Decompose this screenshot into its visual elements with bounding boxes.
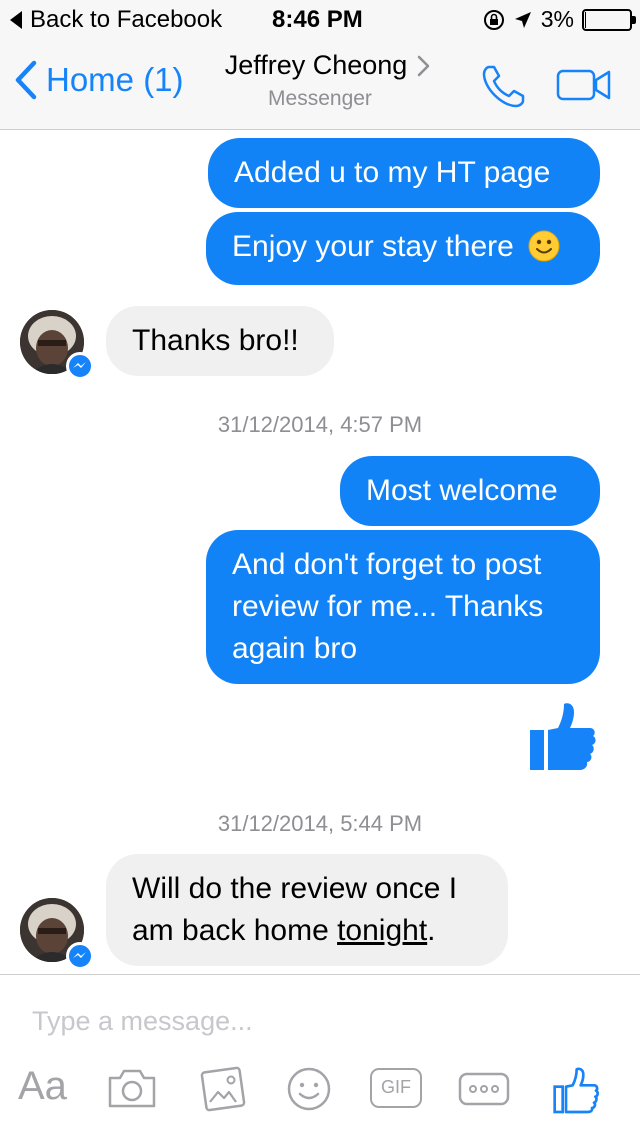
- navigation-bar: Home (1) Jeffrey Cheong Messenger: [0, 40, 640, 130]
- thumbs-up-icon: [530, 703, 596, 770]
- outgoing-message[interactable]: And don't forget to post review for me..…: [206, 530, 600, 684]
- photo-icon: [200, 1066, 246, 1112]
- chevron-right-icon: [418, 55, 430, 76]
- status-indicators: 3%: [483, 6, 636, 33]
- back-to-app-link[interactable]: Back to Facebook: [10, 6, 222, 34]
- camera-icon: [108, 1069, 156, 1108]
- status-time: 8:46 PM: [272, 6, 363, 33]
- message-input[interactable]: [32, 996, 592, 1046]
- more-dots-icon: [458, 1072, 510, 1106]
- thumbs-up-sticker[interactable]: [528, 700, 598, 777]
- incoming-message[interactable]: Thanks bro!!: [106, 306, 334, 376]
- sticker-button[interactable]: [286, 1066, 332, 1117]
- message-text: Enjoy your stay there: [232, 230, 514, 263]
- location-arrow-icon: [514, 11, 531, 28]
- camera-button[interactable]: [106, 1066, 158, 1115]
- gif-button[interactable]: GIF: [370, 1068, 422, 1108]
- message-line: again bro: [232, 632, 358, 665]
- messenger-badge-icon: [66, 942, 94, 970]
- photo-gallery-button[interactable]: [198, 1066, 246, 1119]
- gif-icon: GIF: [370, 1068, 422, 1108]
- message-line: And don't forget to post: [232, 548, 542, 581]
- status-bar: Back to Facebook 8:46 PM 3%: [0, 0, 640, 40]
- underlined-link[interactable]: tonight: [337, 914, 427, 947]
- smiley-emoji-icon: [528, 230, 560, 262]
- outgoing-message[interactable]: Enjoy your stay there: [206, 212, 600, 285]
- message-text: Thanks bro!!: [132, 324, 299, 357]
- conversation-title[interactable]: Jeffrey Cheong Messenger: [0, 50, 640, 111]
- back-to-app-label: Back to Facebook: [30, 6, 223, 33]
- contact-name: Jeffrey Cheong: [224, 50, 408, 80]
- message-suffix: .: [427, 914, 436, 947]
- composer-divider: [0, 974, 640, 975]
- rotation-lock-icon: [483, 9, 504, 30]
- outgoing-message[interactable]: Most welcome: [340, 456, 600, 526]
- video-camera-icon: [556, 69, 611, 101]
- send-like-button[interactable]: [552, 1066, 600, 1119]
- message-timestamp: 31/12/2014, 5:44 PM: [217, 811, 423, 836]
- message-line: am back home tonight.: [132, 910, 482, 952]
- battery-percent: 3%: [540, 6, 574, 32]
- phone-icon: [482, 65, 525, 108]
- incoming-message[interactable]: Will do the review once I am back home t…: [106, 854, 508, 966]
- composer-toolbar: Aa GIF: [0, 1060, 640, 1130]
- video-call-button[interactable]: [556, 68, 612, 107]
- message-text: Most welcome: [366, 474, 558, 507]
- smiley-icon: [287, 1067, 331, 1111]
- more-options-button[interactable]: [458, 1072, 510, 1111]
- message-line: Will do the review once I: [132, 872, 458, 905]
- conversation-subtitle: Messenger: [268, 87, 372, 110]
- outgoing-message[interactable]: Added u to my HT page: [208, 138, 600, 208]
- battery-fill: [585, 11, 586, 28]
- battery-icon: [582, 8, 636, 31]
- message-line: review for me... Thanks: [232, 590, 544, 623]
- message-timestamp: 31/12/2014, 4:57 PM: [217, 412, 423, 437]
- back-triangle-icon: [10, 11, 22, 29]
- gif-label: GIF: [381, 1077, 411, 1097]
- thumbs-up-outline-icon: [553, 1067, 599, 1114]
- messenger-badge-icon: [66, 352, 94, 380]
- text-format-button[interactable]: Aa: [18, 1064, 67, 1109]
- message-text: am back home: [132, 914, 338, 947]
- message-text: Added u to my HT page: [234, 156, 551, 189]
- voice-call-button[interactable]: [480, 62, 528, 115]
